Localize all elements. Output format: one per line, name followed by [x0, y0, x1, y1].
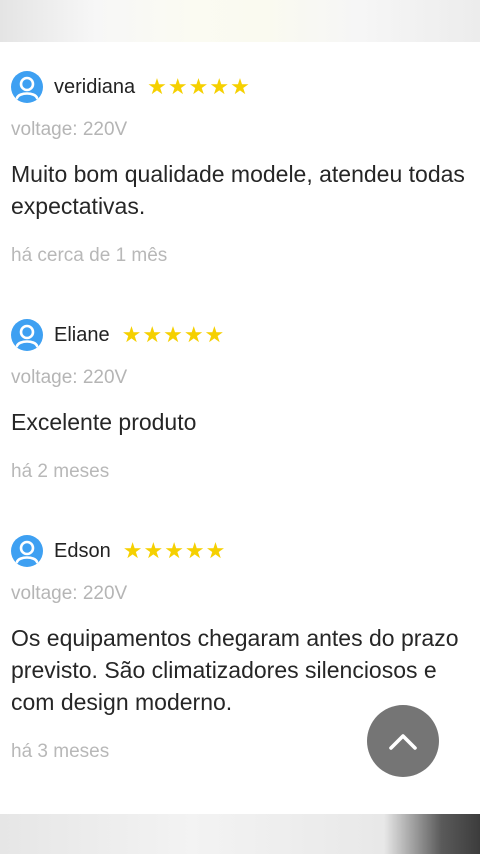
star-icon: ★ [122, 538, 143, 563]
chevron-up-icon [389, 734, 417, 750]
star-icon: ★ [147, 74, 167, 99]
bottom-background-strip [0, 814, 480, 854]
review-variant: voltage: 220V [11, 583, 128, 604]
star-icon: ★ [188, 74, 209, 99]
review-date: há cerca de 1 mês [11, 245, 168, 266]
star-rating: ★ ★ ★ ★ ★ [147, 76, 250, 98]
review-item: Eliane ★ ★ ★ ★ ★ voltage: 220V Excelente… [11, 318, 471, 483]
review-header: Eliane ★ ★ ★ ★ ★ [11, 318, 471, 352]
star-icon: ★ [143, 538, 164, 563]
star-icon: ★ [184, 538, 205, 563]
star-icon: ★ [167, 74, 188, 99]
star-rating: ★ ★ ★ ★ ★ [122, 324, 225, 346]
review-date: há 2 meses [11, 461, 110, 482]
reviewer-name: veridiana [54, 75, 136, 98]
review-comment: Excelente produto [11, 409, 197, 435]
review-header: veridiana ★ ★ ★ ★ ★ [11, 70, 471, 104]
star-icon: ★ [183, 322, 204, 347]
reviewer-name: Eliane [54, 323, 110, 346]
star-icon: ★ [121, 322, 142, 347]
user-avatar-icon [11, 535, 43, 567]
star-icon: ★ [230, 74, 250, 99]
user-avatar-icon [11, 319, 43, 351]
star-icon: ★ [209, 74, 230, 99]
reviews-card: veridiana ★ ★ ★ ★ ★ voltage: 220V Muito … [0, 42, 480, 814]
review-header: Edson ★ ★ ★ ★ ★ [11, 534, 471, 568]
star-icon: ★ [204, 322, 225, 347]
review-variant: voltage: 220V [11, 367, 128, 388]
review-item: veridiana ★ ★ ★ ★ ★ voltage: 220V Muito … [11, 70, 471, 267]
star-rating: ★ ★ ★ ★ ★ [123, 540, 226, 562]
star-icon: ★ [164, 538, 184, 563]
star-icon: ★ [163, 322, 183, 347]
review-variant: voltage: 220V [11, 119, 128, 140]
back-to-top-button[interactable] [367, 705, 439, 777]
reviewer-name: Edson [54, 539, 111, 562]
review-comment: Muito bom qualidade modele, atendeu toda… [11, 161, 465, 219]
user-avatar-icon [11, 71, 43, 103]
review-comment: Os equipamentos chegaram antes do prazo … [11, 625, 459, 715]
star-icon: ★ [142, 322, 163, 347]
top-background-strip [0, 0, 480, 42]
star-icon: ★ [205, 538, 226, 563]
